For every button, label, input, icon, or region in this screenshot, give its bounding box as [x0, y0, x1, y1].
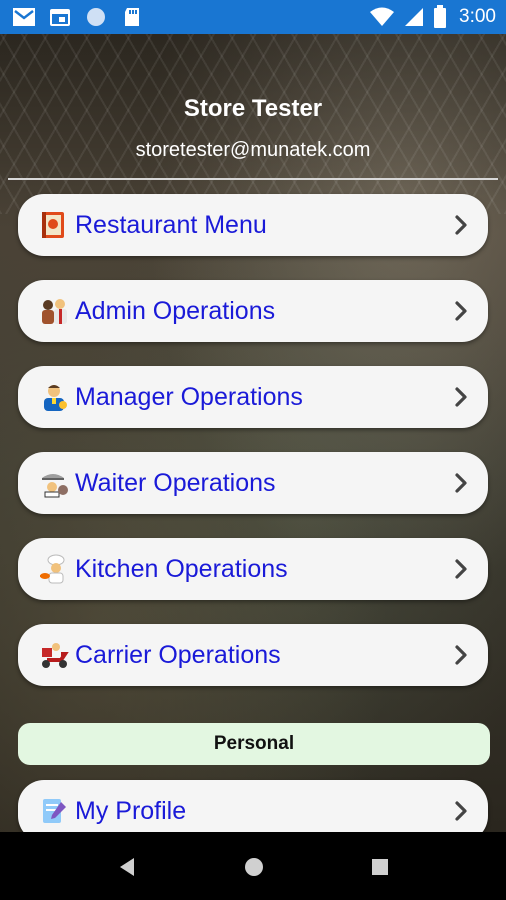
chevron-right-icon — [455, 645, 467, 665]
user-email: storetester@munatek.com — [135, 139, 371, 161]
admin-operations-label: Admin Operations — [75, 296, 276, 325]
restaurant-menu-label: Restaurant Menu — [75, 210, 267, 239]
calendar-icon — [50, 9, 70, 26]
restaurant-menu-button[interactable]: Restaurant Menu — [18, 194, 488, 256]
wifi-icon — [370, 7, 395, 26]
battery-icon — [434, 5, 447, 28]
back-icon[interactable] — [117, 856, 137, 878]
gmail-icon — [13, 8, 35, 26]
home-icon[interactable] — [243, 856, 265, 878]
chevron-right-icon — [455, 473, 467, 493]
header-divider — [8, 178, 498, 180]
section-title: Personal — [213, 733, 295, 754]
waiter-icon — [42, 474, 68, 498]
user-name: Store Tester — [183, 95, 323, 122]
manager-icon — [44, 385, 67, 411]
manager-operations-button[interactable]: Manager Operations — [18, 366, 488, 428]
chevron-right-icon — [455, 801, 467, 821]
status-time: 3:00 — [459, 6, 496, 27]
chevron-right-icon — [455, 301, 467, 321]
sd-card-icon — [125, 8, 139, 26]
carrier-operations-button[interactable]: Carrier Operations — [18, 624, 488, 686]
navigation-bar — [0, 832, 506, 900]
personal-section-header: Personal — [18, 723, 490, 765]
recents-icon[interactable] — [370, 857, 390, 877]
chevron-right-icon — [455, 559, 467, 579]
my-profile-label: My Profile — [75, 796, 187, 825]
admin-operations-button[interactable]: Admin Operations — [18, 280, 488, 342]
signal-icon — [405, 8, 424, 26]
delivery-scooter-icon — [42, 643, 69, 668]
chef-icon — [40, 554, 65, 584]
manager-operations-label: Manager Operations — [75, 382, 303, 411]
ceiling-pattern — [0, 34, 506, 214]
kitchen-operations-label: Kitchen Operations — [75, 554, 288, 583]
circle-icon — [87, 8, 105, 26]
admin-icon — [42, 299, 67, 324]
chevron-right-icon — [455, 387, 467, 407]
carrier-operations-label: Carrier Operations — [75, 640, 281, 669]
kitchen-operations-button[interactable]: Kitchen Operations — [18, 538, 488, 600]
chevron-right-icon — [455, 215, 467, 235]
status-bar: 3:00 — [0, 0, 506, 34]
waiter-operations-label: Waiter Operations — [75, 468, 276, 497]
menu-book-icon — [42, 212, 64, 238]
waiter-operations-button[interactable]: Waiter Operations — [18, 452, 488, 514]
profile-icon — [43, 799, 66, 823]
